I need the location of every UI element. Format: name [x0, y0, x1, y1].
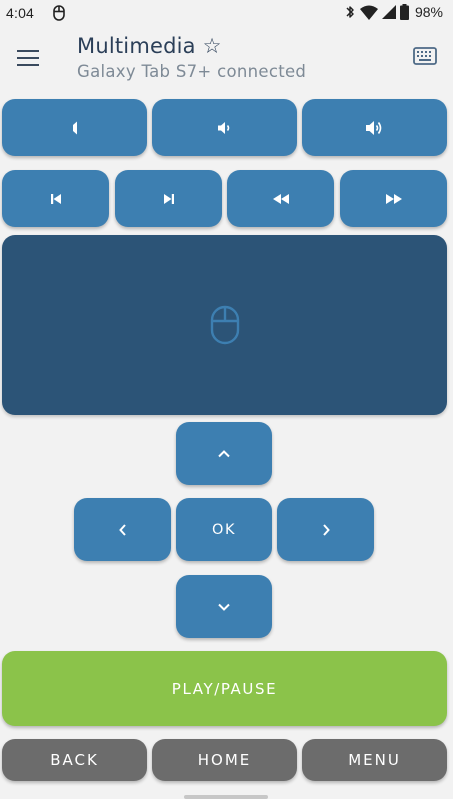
dpad-ok-button[interactable]: OK [176, 498, 272, 561]
dpad-left-button[interactable] [74, 498, 171, 561]
status-icons: 98% [344, 4, 443, 20]
volume-up-button[interactable] [302, 99, 447, 156]
home-label: HOME [197, 751, 252, 769]
back-label: BACK [50, 751, 99, 769]
battery-icon [399, 4, 409, 20]
volume-down-button[interactable] [152, 99, 297, 156]
speaker-low-icon [217, 121, 229, 134]
skip-next-icon [163, 193, 174, 204]
next-track-button[interactable] [115, 170, 222, 227]
mouse-icon [53, 5, 65, 21]
volume-mute-button[interactable] [2, 99, 147, 156]
chevron-right-icon [322, 523, 330, 536]
play-pause-label: PLAY/PAUSE [171, 679, 278, 698]
chevron-down-icon [218, 603, 230, 611]
speaker-high-icon [365, 120, 381, 135]
menu-button[interactable]: MENU [302, 739, 447, 781]
previous-track-button[interactable] [2, 170, 109, 227]
dpad-down-button[interactable] [176, 575, 272, 638]
chevron-left-icon [118, 523, 126, 536]
dpad-right-button[interactable] [277, 498, 374, 561]
fast-forward-button[interactable] [340, 170, 447, 227]
speaker-off-icon [72, 121, 77, 134]
mouse-icon [210, 305, 240, 345]
connection-status: Galaxy Tab S7+ connected [77, 62, 307, 81]
wifi-icon [359, 5, 378, 20]
dpad-up-button[interactable] [176, 422, 272, 485]
status-time: 4:04 [6, 5, 35, 21]
page-title: Multimedia ☆ [77, 34, 222, 58]
menu-label: MENU [348, 751, 401, 769]
gesture-nav-handle[interactable] [184, 795, 268, 799]
cell-signal-icon [381, 5, 396, 19]
ok-label: OK [212, 521, 236, 538]
rewind-icon [272, 193, 289, 204]
home-button[interactable]: HOME [152, 739, 297, 781]
fast-forward-icon [385, 193, 402, 204]
status-bar: 4:04 98% [0, 0, 453, 28]
bluetooth-icon [346, 6, 354, 18]
play-pause-button[interactable]: PLAY/PAUSE [2, 651, 447, 726]
hamburger-menu-icon[interactable] [16, 49, 40, 67]
battery-percent: 98% [414, 4, 443, 20]
app-bar: Multimedia ☆ Galaxy Tab S7+ connected [0, 28, 453, 90]
keyboard-icon[interactable] [413, 47, 437, 65]
chevron-up-icon [218, 449, 230, 457]
touchpad-area[interactable] [2, 235, 447, 415]
skip-previous-icon [50, 193, 61, 204]
back-button[interactable]: BACK [2, 739, 147, 781]
rewind-button[interactable] [227, 170, 334, 227]
